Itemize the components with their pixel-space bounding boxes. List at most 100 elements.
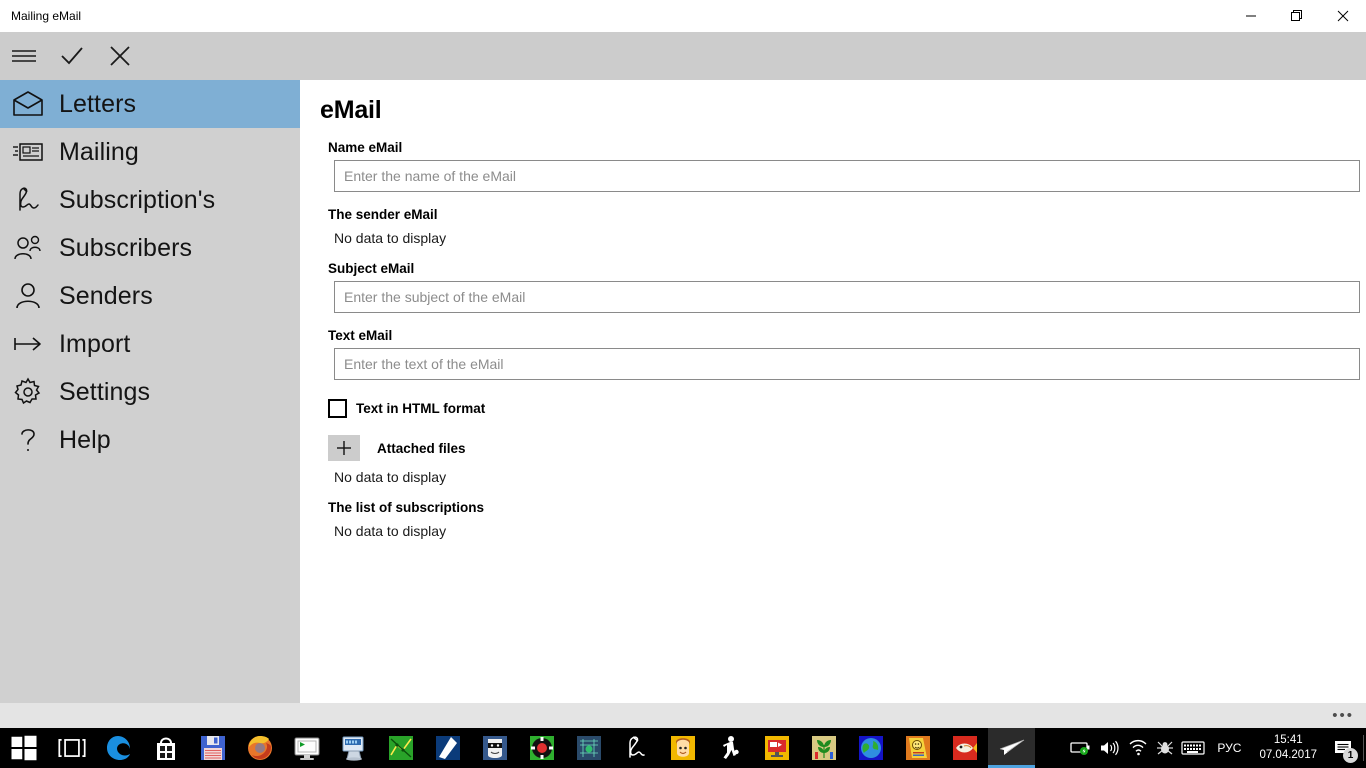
taskbar-firefox[interactable]	[236, 728, 283, 768]
sidebar-item-help[interactable]: Help	[0, 416, 300, 464]
taskbar-mask-app[interactable]	[471, 728, 518, 768]
sidebar-item-import[interactable]: Import	[0, 320, 300, 368]
taskbar-globe[interactable]	[847, 728, 894, 768]
action-center-button[interactable]: 1	[1325, 728, 1361, 768]
globe-icon	[858, 736, 883, 760]
windows-taskbar: РУС 15:41 07.04.2017 1	[0, 728, 1366, 768]
attached-files-row: Attached files	[328, 435, 1346, 461]
sidebar-item-label: Settings	[59, 377, 151, 406]
close-button[interactable]	[1320, 0, 1366, 32]
close-icon	[110, 46, 130, 66]
taskbar-video[interactable]	[753, 728, 800, 768]
keyboard-icon	[1181, 741, 1206, 755]
spider-icon	[1157, 741, 1174, 755]
taskbar-casino[interactable]	[518, 728, 565, 768]
taskbar-circuit[interactable]	[565, 728, 612, 768]
blue-arrow-icon	[435, 736, 460, 760]
taskbar-smiley[interactable]	[894, 728, 941, 768]
notification-badge: 1	[1343, 748, 1358, 763]
tray-battery[interactable]	[1067, 728, 1095, 768]
sidebar-item-senders[interactable]: Senders	[0, 272, 300, 320]
sidebar-item-mailing[interactable]: Mailing	[0, 128, 300, 176]
sidebar-item-label: Senders	[59, 281, 153, 310]
tray-divider	[1363, 735, 1364, 761]
sidebar-item-label: Help	[59, 425, 111, 454]
taskbar-blue-app[interactable]	[424, 728, 471, 768]
html-format-checkbox[interactable]	[328, 399, 347, 418]
tray-clock[interactable]: 15:41 07.04.2017	[1251, 733, 1325, 763]
taskbar-monitor[interactable]	[283, 728, 330, 768]
sidebar-item-label: Import	[59, 329, 131, 358]
taskbar-mailing[interactable]	[988, 728, 1035, 768]
envelope-open-icon	[6, 80, 50, 128]
check-icon	[61, 47, 83, 65]
window-title: Mailing eMail	[11, 9, 82, 23]
tray-spider[interactable]	[1151, 728, 1179, 768]
system-tray: РУС 15:41 07.04.2017 1	[1067, 728, 1366, 768]
smiley-card-icon	[905, 736, 930, 760]
overflow-menu-button[interactable]: •••	[1332, 708, 1354, 723]
taskbar-fish[interactable]	[941, 728, 988, 768]
name-email-input[interactable]	[334, 160, 1360, 192]
wifi-icon	[1129, 739, 1147, 756]
html-format-checkbox-row[interactable]: Text in HTML format	[328, 399, 1346, 418]
taskbar-save[interactable]	[189, 728, 236, 768]
speaker-icon	[1101, 740, 1119, 756]
window-controls	[1228, 0, 1366, 32]
taskbar-plant[interactable]	[800, 728, 847, 768]
sidebar-item-subscribers[interactable]: Subscribers	[0, 224, 300, 272]
text-email-label: Text eMail	[328, 328, 393, 343]
tray-volume[interactable]	[1095, 728, 1123, 768]
sidebar-item-letters[interactable]: Letters	[0, 80, 300, 128]
sidebar-item-label: Subscription's	[59, 185, 216, 214]
hamburger-menu-button[interactable]	[0, 32, 48, 80]
masked-face-icon	[482, 736, 507, 760]
person-icon	[6, 272, 50, 320]
sidebar-item-subscriptions[interactable]: Subscription's	[0, 176, 300, 224]
walking-person-icon	[722, 736, 739, 759]
tray-network[interactable]	[1123, 728, 1151, 768]
sidebar-item-settings[interactable]: Settings	[0, 368, 300, 416]
tray-language-indicator[interactable]: РУС	[1207, 728, 1251, 768]
add-attachment-button[interactable]	[328, 435, 360, 461]
fish-icon	[952, 736, 977, 760]
girl-face-icon	[670, 736, 695, 760]
taskbar-edge[interactable]	[95, 728, 142, 768]
cancel-button[interactable]	[96, 32, 144, 80]
taskbar-signature[interactable]	[612, 728, 659, 768]
maximize-restore-button[interactable]	[1274, 0, 1320, 32]
people-icon	[6, 224, 50, 272]
monitor-play-icon	[294, 737, 319, 760]
app-toolbar	[0, 32, 1366, 80]
taskbar-remote[interactable]	[330, 728, 377, 768]
tray-keyboard[interactable]	[1179, 728, 1207, 768]
battery-icon	[1070, 742, 1090, 755]
signature-icon	[628, 736, 645, 758]
desktop-root: Mailing eMail Letters Mailing Subscripti…	[0, 0, 1366, 768]
windows-logo-icon	[11, 735, 37, 761]
clock-date: 07.04.2017	[1259, 749, 1317, 761]
taskbar-walker[interactable]	[706, 728, 753, 768]
text-email-input[interactable]	[334, 348, 1360, 380]
confirm-button[interactable]	[48, 32, 96, 80]
firefox-icon	[247, 736, 272, 760]
task-view-icon	[57, 739, 86, 757]
sender-email-empty-message: No data to display	[334, 230, 447, 246]
store-icon	[156, 737, 175, 760]
sidebar-item-label: Mailing	[59, 137, 139, 166]
signature-icon	[6, 176, 50, 224]
taskbar-store[interactable]	[142, 728, 189, 768]
floppy-disk-icon	[200, 736, 225, 760]
page-title: eMail	[320, 96, 382, 124]
edge-icon	[106, 736, 130, 760]
question-mark-icon	[6, 416, 50, 464]
subject-email-input[interactable]	[334, 281, 1360, 313]
sidebar-item-label: Subscribers	[59, 233, 193, 262]
subscriptions-list-label: The list of subscriptions	[328, 500, 485, 515]
taskbar-green-app[interactable]	[377, 728, 424, 768]
start-button[interactable]	[0, 728, 48, 768]
task-view-button[interactable]	[48, 728, 95, 768]
minimize-button[interactable]	[1228, 0, 1274, 32]
remote-desktop-icon	[342, 736, 363, 761]
taskbar-avatar[interactable]	[659, 728, 706, 768]
